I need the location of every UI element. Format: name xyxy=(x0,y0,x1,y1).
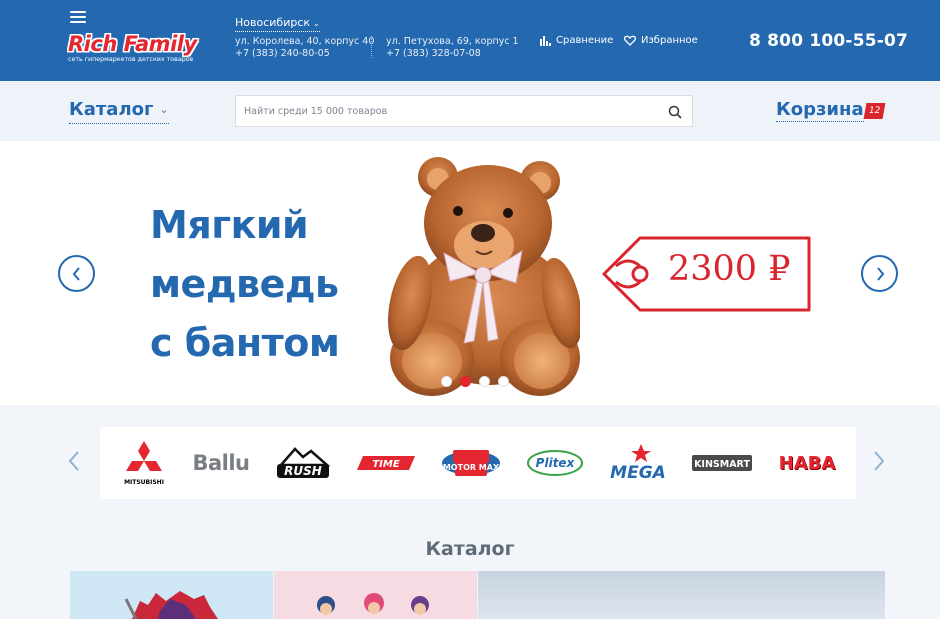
slider-prev-button[interactable] xyxy=(58,255,95,292)
cart-link[interactable]: Корзина xyxy=(776,99,864,122)
brand-logo-haba[interactable]: HABA xyxy=(772,427,842,499)
brand-name: TIME xyxy=(372,459,399,470)
brand-logo-kinsmart[interactable]: KINSMART xyxy=(688,427,756,499)
store-info-2: ул. Петухова, 69, корпус 1 +7 (383) 328-… xyxy=(386,36,519,60)
city-selector[interactable]: Новосибирск ⌄ xyxy=(235,16,320,32)
kinsmart-logo-icon: KINSMART xyxy=(692,455,752,471)
cart-count-badge: 12 xyxy=(863,103,886,119)
chevron-down-icon: ⌄ xyxy=(159,103,169,116)
brand-name: RUSH xyxy=(284,464,322,478)
store-phone[interactable]: +7 (383) 328-07-08 xyxy=(386,48,519,60)
search-input[interactable] xyxy=(236,96,646,126)
logo[interactable]: Rich Family сеть гипермаркетов детских т… xyxy=(68,32,197,63)
hotline-phone[interactable]: 8 800 100-55-07 xyxy=(749,31,908,51)
brands-next-arrow[interactable] xyxy=(873,450,885,478)
catalog-bar: Каталог ⌄ Корзина 12 xyxy=(0,81,940,141)
hero-title-line: медведь xyxy=(150,262,339,306)
divider xyxy=(371,36,372,58)
chevron-left-icon xyxy=(68,451,79,471)
brand-name: HABA xyxy=(778,452,836,474)
search-box xyxy=(235,95,693,127)
brands-prev-arrow[interactable] xyxy=(68,450,80,478)
chevron-right-icon xyxy=(876,266,884,281)
brand-logo-time[interactable]: TIME xyxy=(354,427,418,499)
city-label: Новосибирск xyxy=(235,16,311,29)
hero-title-line: с бантом xyxy=(150,321,340,365)
teddy-bear-image xyxy=(388,157,580,396)
slider-dot-active[interactable] xyxy=(460,376,471,387)
catalog-tile[interactable] xyxy=(274,571,477,619)
slider-dot[interactable] xyxy=(479,376,490,387)
compare-label: Сравнение xyxy=(556,35,614,46)
brand-logo-mega[interactable]: MEGA xyxy=(606,427,670,499)
store-info-1: ул. Королева, 40, корпус 40 +7 (383) 240… xyxy=(235,36,374,60)
catalog-section-title: Каталог xyxy=(425,538,515,560)
brands-section: MITSUBISHI Ballu RUSH TIME MOTOR MAX Pli… xyxy=(0,405,940,619)
compare-link[interactable]: Сравнение xyxy=(540,35,613,46)
plitex-logo-icon: Plitex xyxy=(527,450,583,476)
brand-logo-motormax[interactable]: MOTOR MAX xyxy=(438,427,504,499)
chevron-right-icon xyxy=(874,451,885,471)
hero-title: Мягкий медведь с бантом xyxy=(150,196,340,373)
slider-dot[interactable] xyxy=(441,376,452,387)
brand-logo-mitsubishi[interactable]: MITSUBISHI xyxy=(114,427,174,499)
motormax-logo-icon: MOTOR MAX xyxy=(442,450,500,476)
brand-name: MITSUBISHI xyxy=(124,479,164,486)
bar-chart-icon xyxy=(540,35,551,46)
logo-text: Rich Family xyxy=(68,32,197,56)
menu-icon[interactable] xyxy=(70,11,86,23)
brand-logo-rush[interactable]: RUSH xyxy=(270,427,336,499)
catalog-tiles xyxy=(70,571,885,619)
top-header: Rich Family сеть гипермаркетов детских т… xyxy=(0,0,940,81)
chevron-left-icon xyxy=(72,266,80,281)
brand-name: MOTOR MAX xyxy=(443,463,500,472)
toy-robot-image xyxy=(124,591,218,619)
mega-logo-icon: MEGA xyxy=(610,444,666,482)
brand-name: MEGA xyxy=(610,463,666,482)
slider-dot[interactable] xyxy=(498,376,509,387)
hero-slider: Мягкий медведь с бантом 2300 ₽ xyxy=(0,141,940,405)
brand-name: KINSMART xyxy=(694,459,750,470)
brand-logo-ballu[interactable]: Ballu xyxy=(186,427,256,499)
slider-next-button[interactable] xyxy=(861,255,898,292)
brand-name: Plitex xyxy=(536,456,576,470)
time-logo-icon: TIME xyxy=(357,456,415,470)
search-icon[interactable] xyxy=(668,104,682,123)
brand-logo-plitex[interactable]: Plitex xyxy=(522,427,588,499)
heart-icon xyxy=(624,35,636,46)
hero-title-line: Мягкий xyxy=(150,203,309,247)
brand-name: Ballu xyxy=(192,451,250,475)
store-address: ул. Королева, 40, корпус 40 xyxy=(235,36,375,47)
catalog-tile[interactable] xyxy=(478,571,885,619)
favorites-label: Избранное xyxy=(641,35,698,46)
rush-logo-icon: RUSH xyxy=(277,447,331,478)
catalog-tile[interactable] xyxy=(70,571,273,619)
store-address: ул. Петухова, 69, корпус 1 xyxy=(386,36,519,47)
catalog-button[interactable]: Каталог ⌄ xyxy=(69,99,169,124)
dolls-image xyxy=(317,593,429,615)
mitsubishi-logo-icon: MITSUBISHI xyxy=(124,441,164,486)
slider-dots xyxy=(441,376,509,387)
store-phone[interactable]: +7 (383) 240-80-05 xyxy=(235,48,374,60)
hero-price: 2300 ₽ xyxy=(668,249,791,289)
brands-carousel: MITSUBISHI Ballu RUSH TIME MOTOR MAX Pli… xyxy=(100,427,856,499)
chevron-down-icon: ⌄ xyxy=(313,19,320,28)
catalog-label: Каталог xyxy=(69,99,154,120)
favorites-link[interactable]: Избранное xyxy=(624,35,698,46)
logo-tagline: сеть гипермаркетов детских товаров xyxy=(68,56,194,63)
